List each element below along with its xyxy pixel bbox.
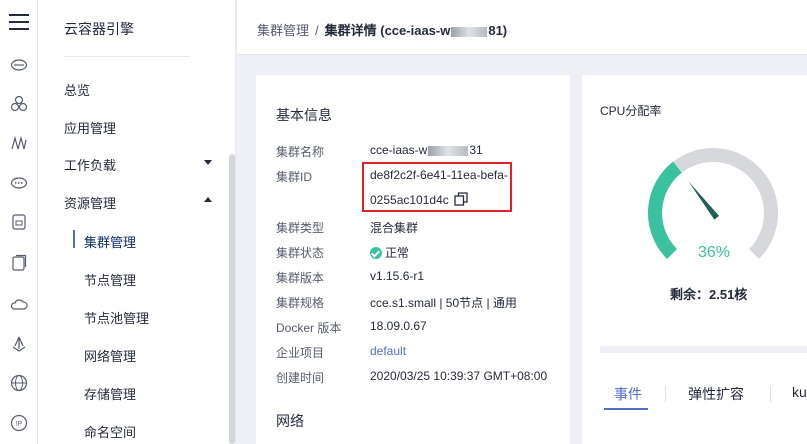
cluster-id-label: 集群ID: [276, 170, 313, 184]
cluster-icon[interactable]: [10, 95, 28, 113]
cpu-title: CPU分配率: [600, 104, 662, 118]
breadcrumb-parent-link[interactable]: 集群管理: [257, 23, 309, 38]
redaction-mask: [428, 145, 469, 156]
check-circle-icon: [370, 246, 382, 259]
cluster-status-value: 正常: [370, 244, 409, 261]
gauge-needle: [688, 181, 720, 220]
breadcrumb-current-suffix: 81): [488, 23, 508, 38]
globe-icon[interactable]: [10, 374, 28, 392]
cluster-spec-label: 集群规格: [276, 296, 325, 310]
active-indicator: [73, 230, 75, 248]
cluster-status-label: 集群状态: [276, 246, 325, 260]
chevron-down-icon[interactable]: [204, 160, 212, 165]
tab-separator: [665, 386, 666, 402]
cluster-name-value: cce-iaas-w 31: [370, 143, 483, 157]
sidebar-item-namespaces[interactable]: 命名空间: [84, 422, 136, 441]
section-divider-bar: [600, 346, 807, 353]
cluster-type-value: 混合集群: [370, 221, 419, 235]
cluster-name-suffix: 31: [469, 143, 483, 157]
sidebar-item-network-management[interactable]: 网络管理: [84, 346, 136, 365]
image-icon[interactable]: [10, 254, 28, 272]
cloud-server-icon[interactable]: [10, 56, 28, 74]
deploy-icon[interactable]: [10, 335, 28, 353]
sidebar-item-node-management[interactable]: 节点管理: [84, 270, 136, 289]
sidebar: 云容器引擎 总览 应用管理 工作负载 资源管理 集群管理 节点管理 节点池管理 …: [38, 0, 236, 444]
docker-version-value: 18.09.0.67: [370, 319, 427, 333]
tab-separator: [770, 386, 771, 402]
cpu-remaining-text: 剩余：2.51核: [670, 287, 748, 302]
cpu-percent-text: 36%: [698, 244, 731, 261]
active-tab-underline: [604, 408, 648, 410]
tab-events[interactable]: 事件: [614, 384, 642, 404]
scrollbar-thumb[interactable]: [229, 154, 235, 444]
cluster-type-label: 集群类型: [276, 221, 325, 235]
cluster-status-text: 正常: [385, 246, 410, 260]
svg-text:IP: IP: [16, 421, 22, 428]
basic-info-title: 基本信息: [276, 107, 332, 123]
storage-icon[interactable]: [10, 213, 28, 231]
cpu-allocation-card: CPU分配率 36% 剩余：2.51核 事件 弹性扩容 ku: [582, 75, 807, 444]
sidebar-item-workloads[interactable]: 工作负载: [64, 155, 116, 174]
network-icon[interactable]: [10, 174, 28, 192]
sidebar-item-resource-management[interactable]: 资源管理: [64, 193, 116, 212]
created-time-label: 创建时间: [276, 371, 325, 385]
redaction-mask: [451, 26, 488, 37]
hamburger-menu-icon[interactable]: [9, 14, 29, 30]
copy-icon[interactable]: [454, 192, 468, 206]
breadcrumb-current: 集群详情 (cce-iaas-w 81): [325, 23, 508, 38]
chevron-up-icon[interactable]: [204, 197, 212, 202]
cluster-name-label: 集群名称: [276, 145, 325, 159]
tab-elastic-scaling[interactable]: 弹性扩容: [688, 384, 744, 404]
enterprise-project-label: 企业项目: [276, 346, 325, 360]
tab-ku[interactable]: ku: [792, 384, 807, 400]
sidebar-scrollbar[interactable]: [228, 150, 236, 444]
breadcrumb-separator: /: [315, 23, 319, 38]
sidebar-item-cluster-management[interactable]: 集群管理: [84, 232, 136, 251]
workload-icon[interactable]: [10, 134, 28, 152]
cluster-spec-value: cce.s1.small | 50节点 | 通用: [370, 296, 517, 310]
app-title: 云容器引擎: [64, 21, 134, 37]
network-section-title: 网络: [276, 413, 304, 429]
enterprise-project-link[interactable]: default: [370, 344, 406, 358]
sidebar-item-storage-management[interactable]: 存储管理: [84, 384, 136, 403]
ip-icon[interactable]: IP: [10, 414, 28, 432]
page-header: 集群管理 / 集群详情 (cce-iaas-w 81): [237, 0, 807, 55]
cluster-id-value-line1: de8f2c2f-6e41-11ea-befa-: [370, 168, 508, 182]
docker-version-label: Docker 版本: [276, 321, 342, 335]
cloud-icon[interactable]: [10, 295, 28, 313]
cluster-version-value: v1.15.6-r1: [370, 269, 425, 283]
sidebar-item-overview[interactable]: 总览: [64, 80, 90, 99]
cluster-version-label: 集群版本: [276, 271, 325, 285]
cluster-id-value-line2: 0255ac101d4c: [370, 193, 449, 207]
breadcrumb-current-prefix: 集群详情 (cce-iaas-w: [324, 23, 451, 38]
sidebar-item-node-pool-management[interactable]: 节点池管理: [84, 308, 149, 327]
sidebar-item-app-management[interactable]: 应用管理: [64, 118, 116, 137]
cluster-name-prefix: cce-iaas-w: [370, 143, 428, 157]
breadcrumb: 集群管理 / 集群详情 (cce-iaas-w 81): [257, 20, 507, 39]
sidebar-divider: [64, 56, 189, 57]
basic-info-card: 基本信息 集群名称 cce-iaas-w 31 集群ID de8f2c2f-6e4…: [256, 75, 570, 444]
created-time-value: 2020/03/25 10:39:37 GMT+08:00: [370, 369, 548, 383]
icon-rail: IP: [0, 0, 38, 444]
gauge-used-arc: [648, 161, 682, 259]
